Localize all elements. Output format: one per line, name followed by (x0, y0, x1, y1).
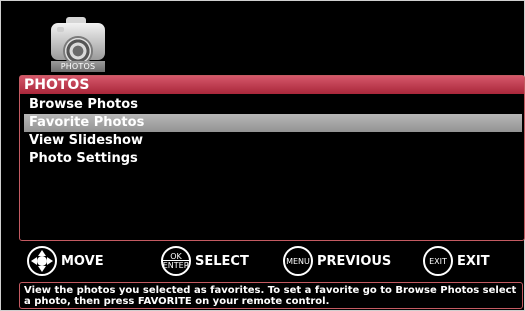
arrow-right-icon (47, 257, 53, 265)
menu-item-browse-photos[interactable]: Browse Photos (24, 96, 522, 114)
tv-screen: PHOTOS PHOTOS Browse Photos Favorite Pho… (0, 0, 525, 311)
menu-title: PHOTOS (20, 76, 524, 94)
menu-item-view-slideshow[interactable]: View Slideshow (24, 132, 522, 150)
exit-text: EXIT (429, 256, 447, 266)
hint-previous: MENU PREVIOUS (283, 245, 391, 277)
exit-button-icon: EXIT (423, 246, 453, 276)
camera-icon (51, 23, 105, 64)
hint-exit: EXIT EXIT (423, 245, 490, 277)
dpad-icon (27, 246, 57, 276)
ok-enter-icon: OK ENTER (161, 246, 191, 276)
enter-text: ENTER (162, 260, 190, 270)
hint-select: OK ENTER SELECT (161, 245, 249, 277)
hint-select-label: SELECT (195, 253, 249, 269)
menu-text: MENU (286, 256, 310, 266)
photos-app-icon: PHOTOS (51, 15, 105, 72)
photos-menu: PHOTOS Browse Photos Favorite Photos Vie… (19, 75, 525, 241)
camera-button (57, 27, 64, 32)
arrow-down-icon (38, 266, 46, 272)
menu-screen: PHOTOS PHOTOS Browse Photos Favorite Pho… (7, 7, 525, 309)
menu-item-favorite-photos[interactable]: Favorite Photos (24, 114, 522, 132)
menu-button-icon: MENU (283, 246, 313, 276)
app-icon-label: PHOTOS (51, 61, 105, 72)
dpad-center (37, 256, 47, 266)
control-hints: MOVE OK ENTER SELECT MENU PREVIOUS EXIT … (21, 245, 521, 277)
hint-move-label: MOVE (61, 253, 104, 269)
menu-item-photo-settings[interactable]: Photo Settings (24, 150, 522, 168)
hint-previous-label: PREVIOUS (317, 253, 392, 269)
hint-move: MOVE (27, 245, 104, 277)
description-box: View the photos you selected as favorite… (19, 282, 523, 309)
hint-exit-label: EXIT (457, 253, 490, 269)
